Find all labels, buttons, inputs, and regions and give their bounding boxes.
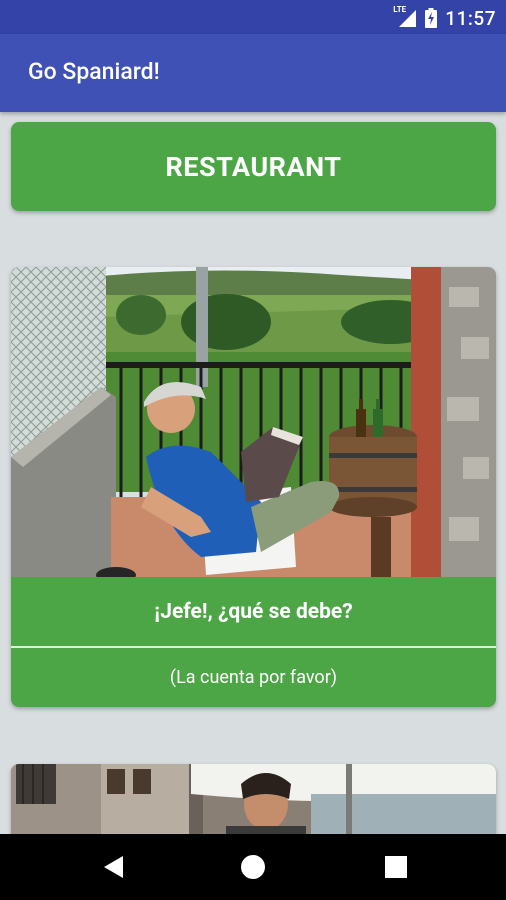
phrase-card[interactable]: ¡Jefe!, ¿qué se debe? (La cuenta por fav… — [11, 267, 496, 707]
home-icon[interactable] — [240, 854, 266, 880]
phrase-card[interactable] — [11, 764, 496, 834]
navigation-bar — [0, 834, 506, 900]
app-title: Go Spaniard! — [28, 58, 160, 85]
battery-charging-icon — [425, 8, 438, 28]
card-translation: (La cuenta por favor) — [169, 667, 338, 688]
status-time: 11:57 — [445, 6, 496, 30]
status-icons: LTE 11:57 — [393, 5, 496, 30]
back-icon[interactable] — [101, 854, 127, 880]
card-photo — [11, 267, 496, 577]
recents-icon[interactable] — [383, 854, 409, 880]
card-phrase: ¡Jefe!, ¿qué se debe? — [154, 599, 353, 624]
card-photo — [11, 764, 496, 834]
status-bar: LTE 11:57 — [0, 0, 506, 34]
category-restaurant-button[interactable]: RESTAURANT — [11, 122, 496, 211]
app-bar: Go Spaniard! — [0, 34, 506, 112]
content-list[interactable]: RESTAURANT ¡Jefe!, ¿qué se debe? (La cue… — [0, 112, 506, 834]
signal-icon: LTE — [393, 5, 417, 28]
